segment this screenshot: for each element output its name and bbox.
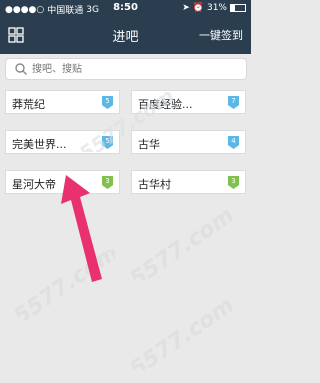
bar-name: 莽荒纪: [12, 98, 45, 111]
status-right: ➤ ⏰ 31%: [182, 3, 246, 13]
search-bar[interactable]: [5, 58, 247, 80]
level-badge: 5: [102, 96, 113, 109]
alarm-icon: ⏰: [192, 3, 204, 13]
location-icon: ➤: [182, 3, 190, 13]
sign-in-all-button[interactable]: 一键签到: [199, 27, 243, 43]
search-icon: [15, 63, 27, 75]
bar-card-1[interactable]: 莽荒纪 5: [5, 90, 120, 114]
bar-name: 百度经验...: [138, 98, 193, 111]
bar-card-3[interactable]: 完美世界... 5: [5, 130, 120, 154]
watermark-text: 5577.com: [126, 300, 239, 370]
bar-name: 古华: [138, 138, 160, 151]
battery-label: 31%: [206, 3, 227, 13]
level-badge: 4: [228, 136, 239, 149]
pointer-arrow-icon: [61, 175, 102, 282]
bar-card-6[interactable]: 古华村 3: [131, 170, 246, 194]
level-badge: 5: [102, 136, 113, 149]
bar-name: 完美世界...: [12, 138, 67, 151]
battery-icon: [230, 4, 246, 12]
watermark: 5577.com: [126, 300, 239, 370]
bar-name: 星河大帝: [12, 178, 56, 191]
bar-card-2[interactable]: 百度经验... 7: [131, 90, 246, 114]
watermark-text: 5577.com: [126, 210, 239, 280]
level-badge: 3: [228, 176, 239, 189]
search-input[interactable]: [32, 61, 232, 77]
watermark: 5577.com: [126, 210, 239, 280]
level-badge: 7: [228, 96, 239, 109]
status-bar: ●●●●○ 中国联通 3G 8:50 ➤ ⏰ 31%: [0, 0, 251, 16]
nav-bar: 进吧 一键签到: [0, 16, 251, 54]
bar-name: 古华村: [138, 178, 171, 191]
bar-card-4[interactable]: 古华 4: [131, 130, 246, 154]
